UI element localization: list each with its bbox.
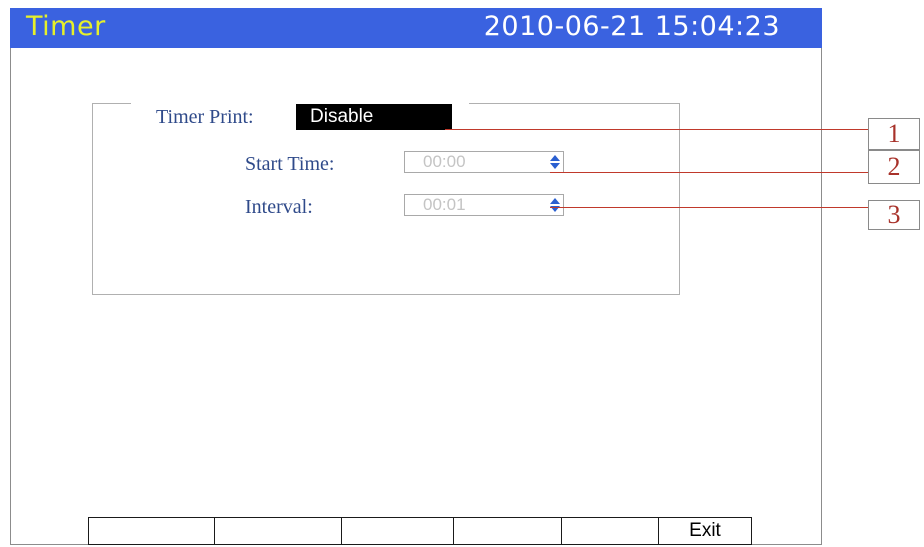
interval-spinbox[interactable]: 00:01 [404,194,564,216]
start-time-spinbox[interactable]: 00:00 [404,151,564,173]
softkey-3[interactable] [341,517,454,545]
softkey-4[interactable] [453,517,562,545]
interval-value: 00:01 [423,195,466,214]
timer-settings-group [92,103,680,295]
softkey-bar: Exit [88,517,752,545]
callout-number-1: 1 [868,118,920,150]
page-title: Timer [26,11,106,42]
callout-line-2 [550,172,868,173]
callout-number-2: 2 [868,150,920,184]
spinner-arrows-icon[interactable] [550,155,560,169]
spinner-arrows-icon[interactable] [550,198,560,212]
start-time-value: 00:00 [423,152,466,171]
timer-print-select[interactable]: Disable [296,104,452,130]
datetime-display: 2010-06-21 15:04:23 [483,11,780,42]
title-bar: Timer 2010-06-21 15:04:23 [10,8,822,48]
callout-line-1 [445,129,868,130]
start-time-label: Start Time: [245,153,335,175]
callout-line-3 [550,207,868,208]
softkey-2[interactable] [214,517,342,545]
softkey-5[interactable] [561,517,659,545]
interval-label: Interval: [245,196,313,218]
softkey-1[interactable] [88,517,215,545]
callout-number-3: 3 [868,200,920,230]
timer-print-label: Timer Print: [156,106,254,128]
exit-button[interactable]: Exit [658,517,752,545]
